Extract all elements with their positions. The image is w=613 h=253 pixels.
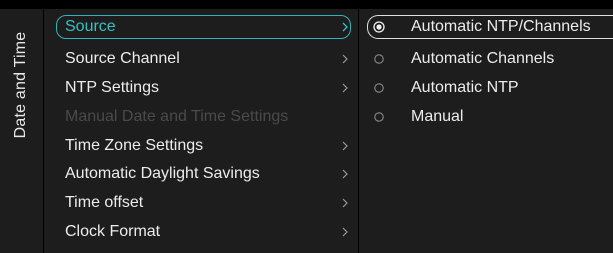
- menu-item-automatic-daylight-savings[interactable]: Automatic Daylight Savings: [56, 162, 351, 186]
- option-label: Automatic NTP: [411, 79, 519, 96]
- menu-item-time-offset[interactable]: Time offset: [56, 191, 351, 215]
- option-automatic-channels[interactable]: Automatic Channels: [369, 47, 613, 71]
- source-options-panel: Automatic NTP/Channels Automatic Channel…: [359, 9, 613, 253]
- chevron-right-icon: [342, 54, 348, 64]
- chevron-right-icon: [342, 198, 348, 208]
- menu-item-source-channel[interactable]: Source Channel: [56, 47, 351, 71]
- menu-item-label: Manual Date and Time Settings: [65, 108, 289, 125]
- menu-item-label: Source Channel: [65, 50, 180, 67]
- settings-menu: Source Source Channel NTP Settings Manua…: [44, 9, 358, 253]
- menu-item-ntp-settings[interactable]: NTP Settings: [56, 76, 351, 100]
- date-time-settings-screen: Date and Time Source Source Channel NTP …: [0, 0, 613, 253]
- menu-item-manual-date-time: Manual Date and Time Settings: [56, 105, 351, 129]
- chevron-right-icon: [342, 83, 348, 93]
- option-automatic-ntp-channels[interactable]: Automatic NTP/Channels: [367, 15, 613, 39]
- option-label: Automatic NTP/Channels: [411, 18, 591, 35]
- option-automatic-ntp[interactable]: Automatic NTP: [369, 76, 613, 100]
- option-label: Manual: [411, 108, 464, 125]
- menu-item-label: Time offset: [65, 194, 144, 211]
- radio-unselected-icon: [374, 83, 384, 93]
- chevron-right-icon: [342, 227, 348, 237]
- radio-selected-icon: [373, 21, 385, 33]
- menu-item-clock-format[interactable]: Clock Format: [56, 220, 351, 244]
- menu-item-time-zone-settings[interactable]: Time Zone Settings: [56, 134, 351, 158]
- menu-item-label: Source: [65, 18, 116, 35]
- menu-item-label: Automatic Daylight Savings: [65, 165, 260, 182]
- menu-item-label: Clock Format: [65, 223, 161, 240]
- chevron-right-icon: [342, 169, 348, 179]
- radio-unselected-icon: [374, 54, 384, 64]
- option-manual[interactable]: Manual: [369, 105, 613, 129]
- menu-item-label: NTP Settings: [65, 79, 159, 96]
- chevron-right-icon: [342, 141, 348, 151]
- menu-section-title: Date and Time: [12, 31, 29, 139]
- radio-unselected-icon: [374, 112, 384, 122]
- chevron-right-icon: [342, 22, 348, 32]
- menu-item-source[interactable]: Source: [56, 15, 351, 39]
- menu-item-label: Time Zone Settings: [65, 137, 204, 154]
- side-panel: Date and Time: [0, 9, 43, 253]
- option-label: Automatic Channels: [411, 50, 555, 67]
